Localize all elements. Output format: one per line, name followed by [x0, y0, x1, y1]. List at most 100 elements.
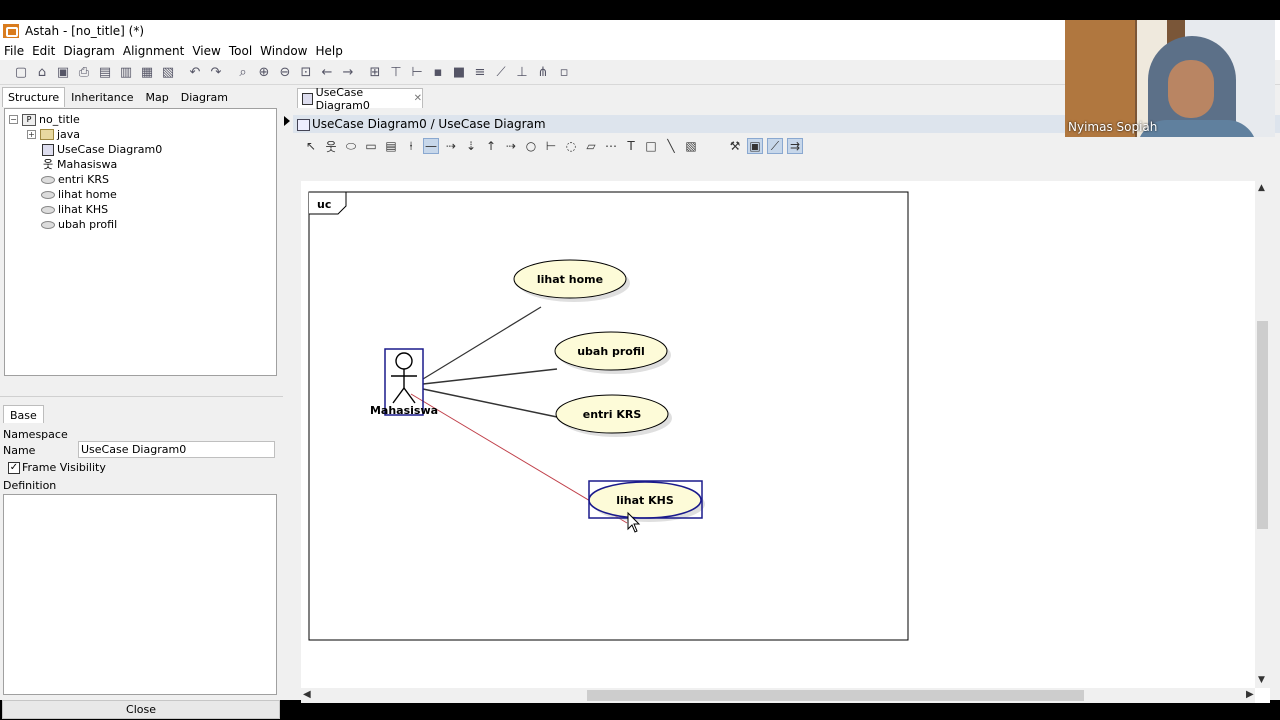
diagram-toolbar: ↖ 웃 ⬭ ▭ ▤ ⍿ — ⇢ ⇣ ↑ ⇢ ○ ⊢ ◌ ▱ ⋯ T □ ╲ ▧ …	[303, 135, 1273, 157]
delete-icon[interactable]: ▧	[159, 63, 177, 81]
usecase-tool-icon[interactable]: ⬭	[343, 138, 359, 154]
dependency-tool-icon[interactable]: ⇢	[503, 138, 519, 154]
pane-splitter[interactable]	[0, 396, 283, 400]
actor-label: Mahasiswa	[370, 404, 438, 417]
close-icon[interactable]: ✕	[414, 93, 422, 104]
tree-item-java[interactable]: + java	[5, 127, 276, 142]
menu-diagram[interactable]: Diagram	[59, 44, 119, 58]
layout-icon[interactable]: ⊞	[366, 63, 384, 81]
collapse-icon[interactable]: −	[9, 115, 18, 124]
menu-file[interactable]: File	[0, 44, 28, 58]
undo-icon[interactable]: ↶	[186, 63, 204, 81]
redo-icon[interactable]: ↷	[207, 63, 225, 81]
tree-item-usecase[interactable]: lihat home	[5, 187, 276, 202]
route-icon[interactable]: ⇉	[787, 138, 803, 154]
format-icon[interactable]: ▫	[555, 63, 573, 81]
select-tool-icon[interactable]: ↖	[303, 138, 319, 154]
scroll-up-icon[interactable]: ▲	[1258, 183, 1265, 193]
horizontal-scroll-thumb[interactable]	[587, 690, 1084, 701]
arrange-icon[interactable]: ▪	[429, 63, 447, 81]
forward-icon[interactable]: →	[339, 63, 357, 81]
line-style-icon[interactable]: ⟋	[767, 138, 783, 154]
line-style-icon[interactable]: ≡	[471, 63, 489, 81]
pin-tool-icon[interactable]: ⍿	[403, 138, 419, 154]
vertical-splitter[interactable]	[283, 85, 291, 700]
image-tool-icon[interactable]: ▧	[683, 138, 699, 154]
scroll-right-icon[interactable]: ▶	[1246, 689, 1254, 700]
print-icon[interactable]: ⎙	[75, 63, 93, 81]
zoom-out-icon[interactable]: ⊖	[276, 63, 294, 81]
name-label: Name	[3, 444, 36, 457]
paste-icon[interactable]: ▦	[138, 63, 156, 81]
name-field[interactable]: UseCase Diagram0	[78, 441, 275, 458]
horizontal-scrollbar[interactable]: ◀ ▶	[301, 688, 1255, 703]
vertical-scrollbar[interactable]: ▲ ▼	[1255, 181, 1270, 688]
tab-map[interactable]: Map	[140, 87, 175, 107]
diagram-canvas[interactable]: uc Mahasiswa lihat home ubah profil entr…	[301, 181, 1270, 703]
association-tool-icon[interactable]: —	[423, 138, 439, 154]
tree-root[interactable]: − P no_title	[5, 112, 276, 127]
interface-tool-icon[interactable]: ○	[523, 138, 539, 154]
tab-inheritance[interactable]: Inheritance	[65, 87, 139, 107]
tree-item-usecase[interactable]: entri KRS	[5, 172, 276, 187]
subsystem-tool-icon[interactable]: ▤	[383, 138, 399, 154]
tab-usecase-diagram[interactable]: UseCase Diagram0 ✕	[297, 86, 423, 112]
tab-base[interactable]: Base	[3, 405, 44, 423]
tree-item-diagram[interactable]: UseCase Diagram0	[5, 142, 276, 157]
auto-layout-icon[interactable]: ⚒	[727, 138, 743, 154]
close-button[interactable]: Close	[2, 700, 280, 719]
menu-window[interactable]: Window	[256, 44, 311, 58]
menu-tool[interactable]: Tool	[225, 44, 256, 58]
new-file-icon[interactable]: ▢	[12, 63, 30, 81]
tab-diagram[interactable]: Diagram	[175, 87, 234, 107]
generalization-tool-icon[interactable]: ↑	[483, 138, 499, 154]
align-left-icon[interactable]: ⊢	[408, 63, 426, 81]
menu-help[interactable]: Help	[311, 44, 346, 58]
include-tool-icon[interactable]: ⇣	[463, 138, 479, 154]
usecase-label: entri KRS	[583, 408, 642, 421]
line-tool-icon[interactable]: ╲	[663, 138, 679, 154]
namespace-label: Namespace	[3, 428, 68, 441]
align-top-icon[interactable]: ⊤	[387, 63, 405, 81]
tree-item-usecase[interactable]: ubah profil	[5, 217, 276, 232]
menu-view[interactable]: View	[188, 44, 224, 58]
boundary-tool-icon[interactable]: ⊢	[543, 138, 559, 154]
text-tool-icon[interactable]: T	[623, 138, 639, 154]
menu-alignment[interactable]: Alignment	[119, 44, 188, 58]
open-file-icon[interactable]: ⌂	[33, 63, 51, 81]
scroll-left-icon[interactable]: ◀	[303, 689, 311, 700]
tree-layout-icon[interactable]: ⋔	[534, 63, 552, 81]
extend-tool-icon[interactable]: ⇢	[443, 138, 459, 154]
save-icon[interactable]: ▣	[54, 63, 72, 81]
expand-icon[interactable]: +	[27, 130, 36, 139]
copy-icon[interactable]: ▥	[117, 63, 135, 81]
route-icon[interactable]: ⊥	[513, 63, 531, 81]
fill-color-icon[interactable]: ■	[450, 63, 468, 81]
split-arrows-icon[interactable]: ▲▼	[293, 705, 307, 714]
frame-visibility-checkbox[interactable]: ✓	[8, 462, 20, 474]
zoom-in-icon[interactable]: ⊕	[255, 63, 273, 81]
line-type-icon[interactable]: ⟋	[492, 63, 510, 81]
menu-edit[interactable]: Edit	[28, 44, 59, 58]
actor-tool-icon[interactable]: 웃	[323, 138, 339, 154]
snap-grid-icon[interactable]: ▣	[747, 138, 763, 154]
control-tool-icon[interactable]: ◌	[563, 138, 579, 154]
tree-item-usecase[interactable]: lihat KHS	[5, 202, 276, 217]
zoom-icon[interactable]: ⌕	[234, 63, 252, 81]
tree-label: lihat KHS	[58, 203, 109, 216]
collapse-arrow-icon[interactable]	[284, 116, 290, 126]
rectangle-tool-icon[interactable]: □	[643, 138, 659, 154]
tab-structure[interactable]: Structure	[2, 87, 66, 107]
definition-textarea[interactable]	[3, 494, 277, 695]
package-tool-icon[interactable]: ▭	[363, 138, 379, 154]
frame-label: uc	[317, 198, 331, 211]
vertical-scroll-thumb[interactable]	[1257, 321, 1268, 529]
note-tool-icon[interactable]: ▱	[583, 138, 599, 154]
cut-icon[interactable]: ▤	[96, 63, 114, 81]
tree-item-actor[interactable]: 웃 Mahasiswa	[5, 157, 276, 172]
scroll-down-icon[interactable]: ▼	[1258, 675, 1265, 685]
back-icon[interactable]: ←	[318, 63, 336, 81]
fit-window-icon[interactable]: ⊡	[297, 63, 315, 81]
note-anchor-tool-icon[interactable]: ⋯	[603, 138, 619, 154]
editor-pane: UseCase Diagram0 ✕ UseCase Diagram0 / Us…	[291, 85, 1280, 714]
